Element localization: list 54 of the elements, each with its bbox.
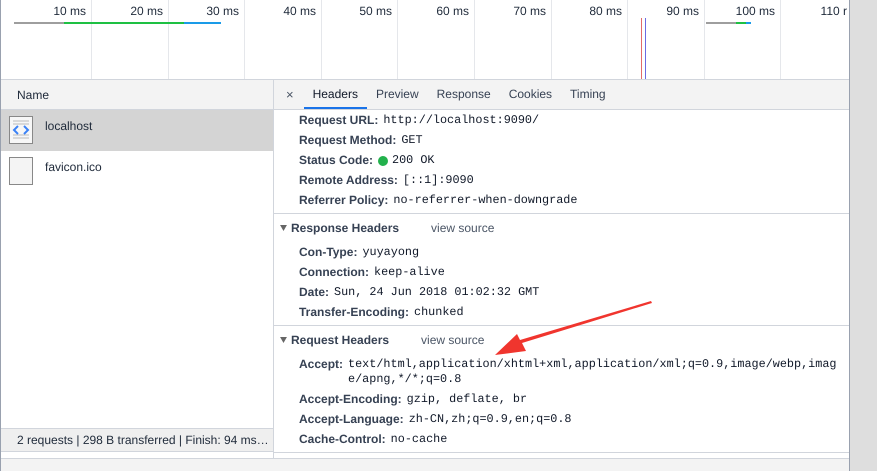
request-row[interactable]: localhost [1,110,273,151]
header-name: Connection: [299,264,369,280]
header-value: [::1]:9090 [402,172,475,188]
header-name: Referrer Policy: [299,192,388,208]
tick-label: 100 ms [736,3,775,20]
header-value: zh-CN,zh;q=0.9,en;q=0.8 [408,412,573,426]
header-name: Date: [299,284,330,300]
header-name: Cache-Control: [299,432,386,446]
tick-label: 40 ms [283,3,316,20]
status-bar: 2 requests | 298 B transferred | Finish: 94 ms… [1,428,273,452]
header-name: Remote Address: [299,172,398,188]
tick-label: 70 ms [513,3,546,20]
header-name: Request URL: [299,112,378,128]
header-name: Request Method: [299,132,396,148]
tick-label: 10 ms [53,3,86,20]
header-name: Accept: [299,356,344,372]
tab[interactable]: Response [428,81,500,109]
section-header[interactable]: Response Headers [280,219,400,237]
header-name: Con-Type: [299,244,358,260]
tick-label: 30 ms [206,3,239,20]
tab[interactable]: Timing [561,81,615,109]
header-value: no-referrer-when-downgrade [393,192,578,208]
header-value: keep-alive [374,264,446,280]
header-name: Accept-Language: [299,412,404,426]
header-value: 200 OK [392,152,436,168]
tab[interactable]: Headers [304,81,367,109]
header-value: gzip, deflate, br [406,392,528,406]
view-source-link[interactable]: view source [431,219,494,237]
section-header[interactable]: Request Headers [280,331,390,349]
tick-label: 60 ms [436,3,469,20]
column-header[interactable]: Name [1,80,273,110]
header-value: Sun, 24 Jun 2018 01:02:32 GMT [334,284,540,300]
tick-label: 110 r [820,3,847,20]
header-value: text/html,application/xhtml+xml,application/xml;q=0.9,image/webp,image/apng,*/*;q=0.8 [348,356,838,386]
header-name: Transfer-Encoding: [299,304,410,320]
tab[interactable]: Cookies [500,81,562,109]
view-source-link[interactable]: view source [421,331,484,349]
disclosure-triangle-icon [280,337,287,343]
header-name: Accept-Encoding: [299,392,402,406]
tick-label: 20 ms [130,3,163,20]
close-button[interactable]: × [282,81,298,109]
disclosure-triangle-icon [280,225,287,231]
tick-label: 90 ms [666,3,699,20]
tab[interactable]: Preview [366,81,428,109]
header-name: Status Code: [299,152,374,168]
file-icon [9,157,33,185]
header-value: no-cache [390,432,448,446]
header-value: GET [401,132,424,148]
tick-label: 80 ms [589,3,622,20]
header-value: chunked [414,304,465,320]
header-value: http://localhost:9090/ [383,112,540,128]
tick-label: 50 ms [359,3,392,20]
header-value: yuyayong [362,244,420,260]
document-icon [9,116,33,144]
